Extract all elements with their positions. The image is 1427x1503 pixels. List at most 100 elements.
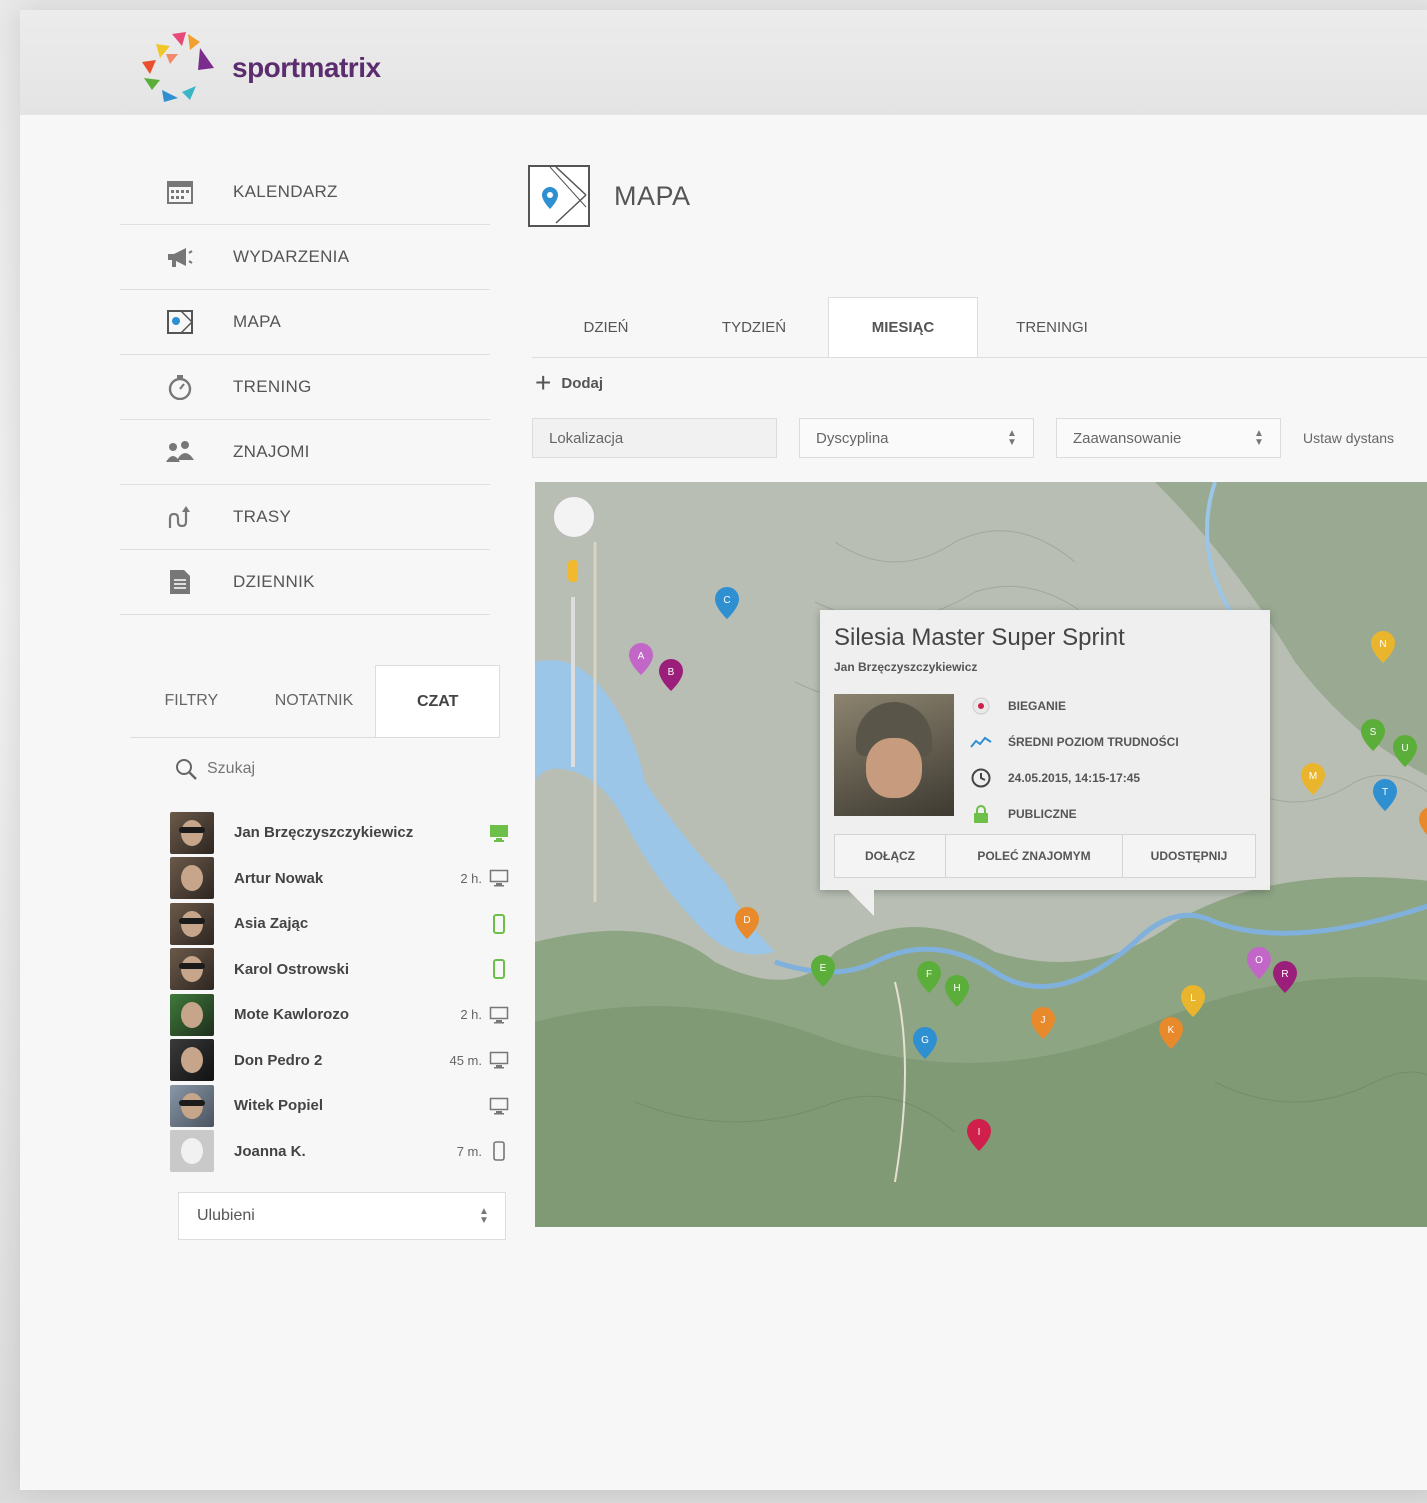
nav-label: TRENING <box>233 377 312 396</box>
last-seen: 7 m. <box>456 1143 482 1159</box>
mobile-icon <box>488 959 510 980</box>
desktop-icon <box>488 1050 510 1070</box>
map-pin-icon[interactable]: A <box>628 642 654 676</box>
tab-dzien[interactable]: DZIEŃ <box>532 297 680 357</box>
last-seen: 2 h. <box>460 870 482 886</box>
last-seen: 45 m. <box>449 1052 482 1068</box>
chat-contact[interactable]: Asia Zając <box>170 901 510 947</box>
chat-contact[interactable]: Artur Nowak 2 h. <box>170 856 510 902</box>
zoom-slider[interactable] <box>571 597 575 767</box>
nav-item-dziennik[interactable]: DZIENNIK <box>120 550 490 615</box>
nav-item-kalendarz[interactable]: KALENDARZ <box>120 160 490 225</box>
tab-notatnik[interactable]: NOTATNIK <box>253 665 376 737</box>
chat-contact[interactable]: Karol Ostrowski <box>170 947 510 993</box>
side-tabs: FILTRY NOTATNIK CZAT <box>130 665 501 738</box>
chat-contact[interactable]: Jan Brzęczyszczykiewicz <box>170 810 510 856</box>
pin-letter: U <box>1401 743 1408 754</box>
running-icon <box>970 695 992 717</box>
level-select[interactable]: Zaawansowanie ▲ ▼ <box>1056 418 1281 458</box>
map-pin-icon[interactable]: L <box>1180 984 1206 1018</box>
map-pin-icon[interactable]: J <box>1030 1006 1056 1040</box>
contact-name: Don Pedro 2 <box>234 1051 323 1069</box>
map-icon <box>528 165 590 227</box>
nav-item-wydarzenia[interactable]: WYDARZENIA <box>120 225 490 290</box>
nav-label: MAPA <box>233 312 282 331</box>
desktop-icon <box>488 1096 510 1116</box>
nav-item-mapa[interactable]: MAPA <box>120 290 490 355</box>
select-arrows-icon: ▲ ▼ <box>479 1206 489 1226</box>
map-pin-icon[interactable]: K <box>1158 1016 1184 1050</box>
map-pin-icon[interactable]: C <box>714 586 740 620</box>
desktop-icon <box>488 868 510 888</box>
pin-shape <box>1419 807 1427 835</box>
map-pin-icon[interactable]: G <box>912 1026 938 1060</box>
pin-letter: E <box>820 963 827 974</box>
pin-letter: F <box>926 969 932 980</box>
pin-letter: M <box>1309 771 1317 782</box>
select-arrows-icon: ▲ ▼ <box>1254 428 1264 448</box>
share-button[interactable]: UDOSTĘPNIJ <box>1123 835 1255 877</box>
recommend-button[interactable]: POLEĆ ZNAJOMYM <box>946 835 1123 877</box>
pin-letter: J <box>1041 1015 1046 1026</box>
nav-label: DZIENNIK <box>233 572 315 591</box>
nav-label: ZNAJOMI <box>233 442 310 461</box>
map-filters: Lokalizacja Dyscyplina ▲ ▼ Zaawansowanie … <box>532 418 1394 458</box>
map-pin-icon[interactable]: O <box>1246 946 1272 980</box>
map-pin-icon[interactable]: V <box>1418 806 1427 840</box>
add-button[interactable]: + Dodaj <box>535 369 603 397</box>
pegman-icon[interactable] <box>568 560 578 582</box>
favorites-select[interactable]: Ulubieni ▲ ▼ <box>178 1192 506 1240</box>
map-pin-icon[interactable]: H <box>944 974 970 1008</box>
chat-contact[interactable]: Joanna K. 7 m. <box>170 1129 510 1175</box>
chat-contact[interactable]: Mote Kawlorozo 2 h. <box>170 992 510 1038</box>
megaphone-icon <box>165 242 195 272</box>
pin-letter: T <box>1382 787 1388 798</box>
nav-label: KALENDARZ <box>233 182 338 201</box>
map-pin-icon[interactable]: R <box>1272 960 1298 994</box>
last-seen: 2 h. <box>460 1007 482 1023</box>
map-pin-icon[interactable]: F <box>916 960 942 994</box>
chat-contact[interactable]: Witek Popiel <box>170 1083 510 1129</box>
tab-tydzien[interactable]: TYDZIEŃ <box>680 297 828 357</box>
map-pin-icon[interactable]: D <box>734 906 760 940</box>
favorites-value: Ulubieni <box>197 1207 255 1224</box>
pin-letter: G <box>921 1035 929 1046</box>
chat-contact[interactable]: Don Pedro 2 45 m. <box>170 1038 510 1084</box>
map-pin-icon[interactable]: M <box>1300 762 1326 796</box>
map-pan-control[interactable] <box>553 496 595 538</box>
pin-letter: N <box>1379 639 1386 650</box>
tab-miesiac[interactable]: MIESIĄC <box>828 297 978 357</box>
event-organizer[interactable]: Jan Brzęczyszczykiewicz <box>834 660 977 674</box>
location-input[interactable]: Lokalizacja <box>532 418 777 458</box>
nav-item-trasy[interactable]: TRASY <box>120 485 490 550</box>
distance-slider-label[interactable]: Ustaw dystans <box>1303 430 1394 446</box>
join-button[interactable]: DOŁĄCZ <box>835 835 946 877</box>
tab-treningi[interactable]: TRENINGI <box>978 297 1126 357</box>
brand-name: sportmatrix <box>232 52 381 83</box>
brand-logo[interactable]: sportmatrix <box>138 28 381 108</box>
stopwatch-icon <box>165 372 195 402</box>
map-pin-icon[interactable]: I <box>966 1118 992 1152</box>
search-input[interactable] <box>205 759 469 779</box>
map-pin-icon[interactable]: B <box>658 658 684 692</box>
event-details: BIEGANIE ŚREDNI POZIOM TRUDNOŚCI 24.05.2… <box>970 688 1179 832</box>
difficulty-text: ŚREDNI POZIOM TRUDNOŚCI <box>1008 735 1179 749</box>
map-pin-icon[interactable]: T <box>1372 778 1398 812</box>
pin-letter: C <box>723 595 730 606</box>
chat-list: Jan Brzęczyszczykiewicz Artur Nowak 2 h.… <box>170 810 510 1174</box>
tab-czat[interactable]: CZAT <box>375 665 501 737</box>
map-pin-icon[interactable]: U <box>1392 734 1418 768</box>
nav-item-trening[interactable]: TRENING <box>120 355 490 420</box>
map-pin-icon[interactable]: N <box>1370 630 1396 664</box>
discipline-select[interactable]: Dyscyplina ▲ ▼ <box>799 418 1034 458</box>
tab-filtry[interactable]: FILTRY <box>130 665 253 737</box>
pin-letter: D <box>743 915 750 926</box>
nav-item-znajomi[interactable]: ZNAJOMI <box>120 420 490 485</box>
select-arrows-icon: ▲ ▼ <box>1007 428 1017 448</box>
page-title: MAPA <box>614 180 691 211</box>
map-pin-icon[interactable]: E <box>810 954 836 988</box>
contact-name: Artur Nowak <box>234 869 324 887</box>
map-pin-icon[interactable]: S <box>1360 718 1386 752</box>
clock-icon <box>970 767 992 789</box>
mobile-icon <box>488 1141 510 1162</box>
